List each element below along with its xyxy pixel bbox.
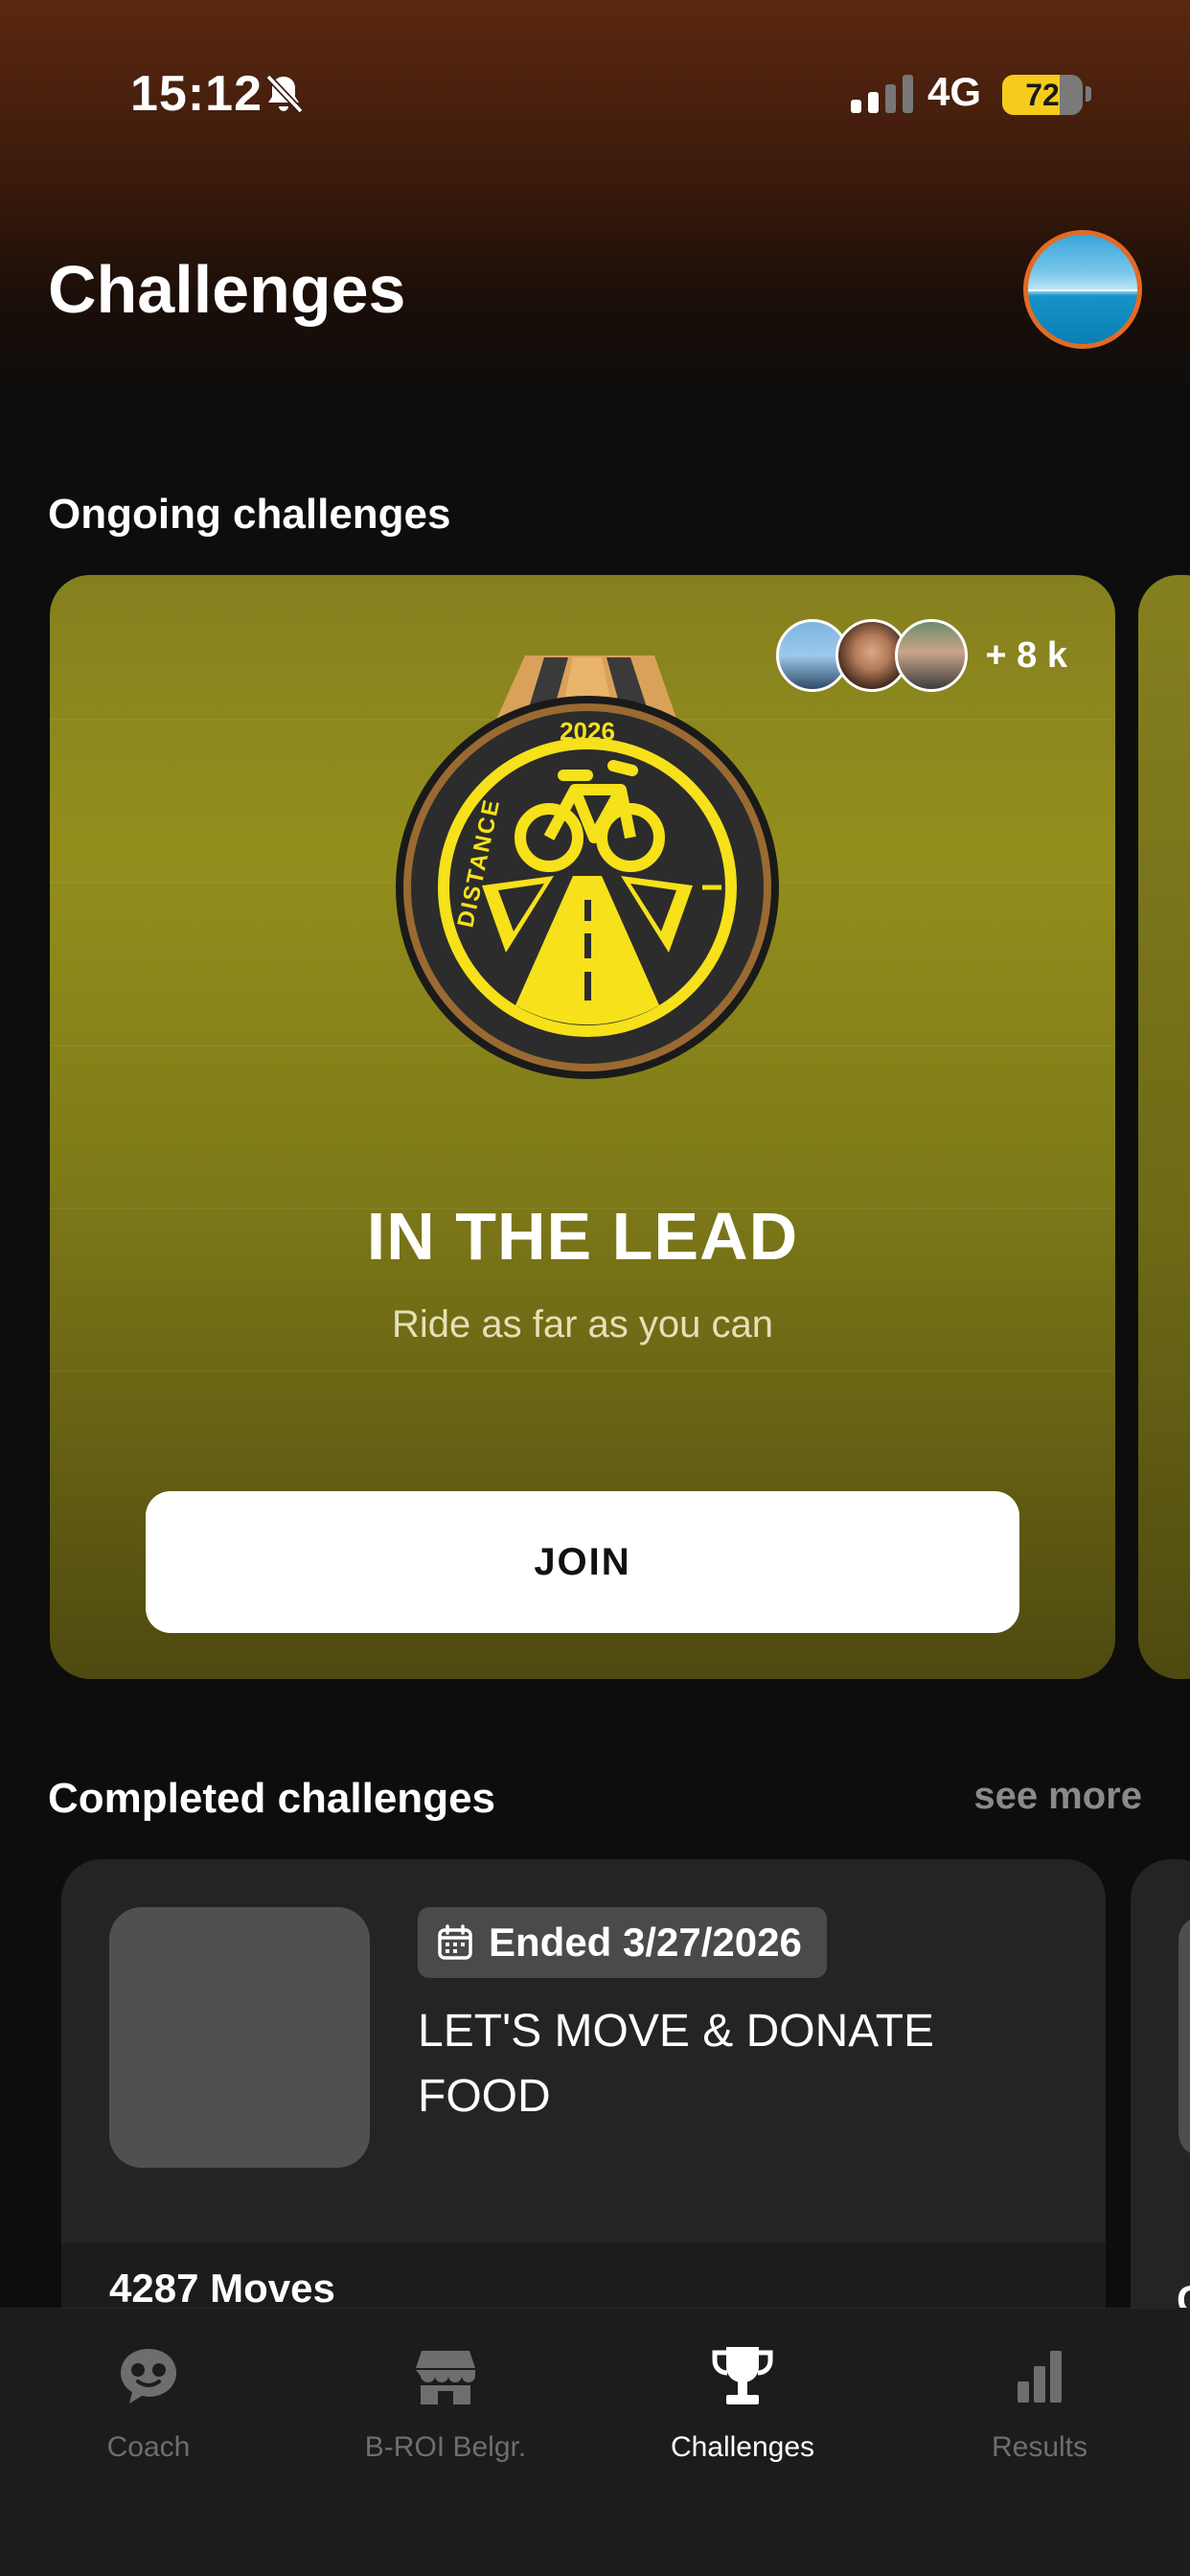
tab-label: Results	[991, 2431, 1088, 2463]
battery-icon: 72	[1002, 75, 1083, 115]
tab-label: Coach	[106, 2431, 191, 2463]
tab-store[interactable]: B-ROI Belgr.	[297, 2343, 594, 2464]
trophy-icon	[712, 2347, 773, 2404]
participants-group[interactable]: + 8 k	[776, 619, 1067, 692]
see-more-link[interactable]: see more	[973, 1775, 1142, 1818]
next-completed-thumbnail	[1179, 1917, 1190, 2156]
challenge-thumbnail	[109, 1907, 370, 2168]
network-type: 4G	[927, 69, 982, 114]
completed-section-title: Completed challenges	[48, 1775, 496, 1822]
calendar-icon	[438, 1924, 472, 1960]
status-time: 15:12	[130, 66, 263, 122]
battery-level: 72	[1025, 78, 1060, 112]
next-challenge-card[interactable]	[1138, 575, 1190, 1679]
avatar-photo	[1028, 289, 1137, 291]
ongoing-challenge-card[interactable]: + 8 k 2026 DISTANCE IN THE LEAD Ride as …	[50, 575, 1115, 1679]
tab-label: Challenges	[670, 2431, 815, 2463]
tab-challenges[interactable]: Challenges	[594, 2343, 891, 2464]
profile-avatar[interactable]	[1023, 230, 1142, 349]
coach-chat-icon	[121, 2349, 176, 2404]
battery-tip	[1086, 86, 1091, 102]
participant-avatar	[895, 619, 969, 692]
signal-icon	[851, 75, 913, 113]
tab-results[interactable]: Results	[891, 2343, 1188, 2464]
completed-challenge-title: LET'S MOVE & DONATE FOOD	[418, 2006, 935, 2122]
challenge-description: Ride as far as you can	[392, 1303, 773, 1346]
participants-count: + 8 k	[985, 634, 1067, 676]
medal-year: 2026	[560, 717, 615, 746]
page-title: Challenges	[48, 252, 406, 327]
join-button[interactable]: JOIN	[146, 1491, 1019, 1633]
challenge-name: IN THE LEAD	[366, 1199, 799, 1274]
ended-date: Ended 3/27/2026	[489, 1920, 802, 1965]
bar-chart-icon	[1018, 2351, 1062, 2403]
tab-coach[interactable]: Coach	[0, 2343, 297, 2464]
store-icon	[416, 2351, 475, 2404]
tab-label: B-ROI Belgr.	[364, 2431, 527, 2463]
moves-stat: 4287 Moves	[109, 2266, 335, 2311]
tab-bar: Coach B-ROI Belgr. Challenges Results	[0, 2308, 1190, 2576]
ended-badge: Ended 3/27/2026	[418, 1907, 827, 1978]
distance-medal-icon: 2026 DISTANCE	[396, 656, 779, 1079]
bell-off-icon	[265, 74, 304, 114]
ongoing-section-title: Ongoing challenges	[48, 491, 451, 538]
card-stripe	[50, 1370, 1115, 1372]
status-bar: 15:12 4G 72	[0, 58, 1190, 134]
